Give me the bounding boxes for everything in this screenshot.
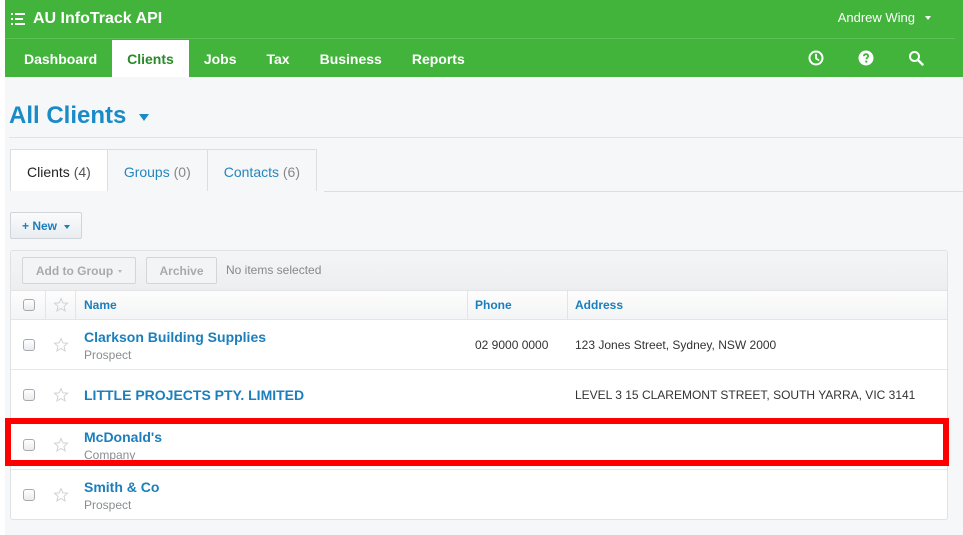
chevron-down-icon: [118, 270, 123, 273]
star-icon[interactable]: [53, 387, 69, 403]
nav-clients[interactable]: Clients: [112, 40, 189, 77]
table-row[interactable]: LITTLE PROJECTS PTY. LIMITED LEVEL 3 15 …: [11, 370, 947, 420]
chevron-down-icon: [139, 113, 150, 121]
new-button[interactable]: + New: [10, 212, 82, 239]
select-all-checkbox[interactable]: [23, 299, 35, 311]
menu-icon[interactable]: [11, 13, 25, 25]
row-checkbox[interactable]: [23, 489, 35, 501]
table-row[interactable]: McDonald's Company: [11, 420, 947, 470]
help-icon: [858, 50, 874, 66]
client-type: Prospect: [84, 498, 132, 512]
search-icon: [909, 51, 924, 66]
nav-tools: [791, 47, 941, 69]
tab-contacts[interactable]: Contacts (6): [206, 149, 318, 191]
page-title-dropdown[interactable]: All Clients: [9, 102, 150, 130]
star-icon[interactable]: [53, 487, 69, 503]
app-brand[interactable]: AU InfoTrack API: [11, 8, 162, 30]
client-tabs: Clients (4) Groups (0) Contacts (6): [10, 149, 318, 191]
client-name-link[interactable]: LITTLE PROJECTS PTY. LIMITED: [84, 387, 304, 403]
user-menu[interactable]: Andrew Wing: [838, 10, 931, 25]
row-checkbox[interactable]: [23, 439, 35, 451]
client-address: 123 Jones Street, Sydney, NSW 2000: [575, 338, 777, 352]
table-row[interactable]: Smith & Co Prospect: [11, 470, 947, 519]
add-to-group-button[interactable]: Add to Group: [22, 257, 136, 284]
clients-table: Add to Group Archive No items selected N…: [10, 250, 948, 520]
recent-button[interactable]: [791, 47, 841, 69]
client-type: Company: [84, 448, 136, 462]
selection-status: No items selected: [226, 263, 322, 277]
help-button[interactable]: [841, 47, 891, 69]
star-icon[interactable]: [53, 297, 69, 313]
search-button[interactable]: [891, 47, 941, 69]
client-name-link[interactable]: McDonald's: [84, 429, 162, 445]
client-phone: 02 9000 0000: [475, 338, 549, 352]
divider: [9, 137, 963, 138]
chevron-down-icon: [925, 15, 931, 20]
row-checkbox[interactable]: [23, 389, 35, 401]
client-name-link[interactable]: Clarkson Building Supplies: [84, 329, 266, 345]
client-name-link[interactable]: Smith & Co: [84, 479, 159, 495]
nav-dashboard[interactable]: Dashboard: [5, 40, 112, 77]
chevron-down-icon: [64, 225, 70, 229]
nav-reports[interactable]: Reports: [397, 40, 480, 77]
table-header: Name Phone Address: [11, 290, 947, 320]
main-nav: Dashboard Clients Jobs Tax Business Repo…: [5, 40, 480, 77]
star-icon[interactable]: [53, 337, 69, 353]
top-bar: AU InfoTrack API Andrew Wing Dashboard C…: [5, 0, 963, 77]
column-address[interactable]: Address: [575, 291, 623, 319]
nav-jobs[interactable]: Jobs: [189, 40, 252, 77]
client-type: Prospect: [84, 348, 132, 362]
row-checkbox[interactable]: [23, 339, 35, 351]
archive-button[interactable]: Archive: [146, 257, 217, 284]
table-toolbar: Add to Group Archive No items selected: [11, 251, 947, 290]
tab-clients[interactable]: Clients (4): [10, 149, 108, 191]
column-name[interactable]: Name: [84, 291, 117, 319]
tab-groups[interactable]: Groups (0): [106, 149, 208, 191]
app-title: AU InfoTrack API: [33, 10, 163, 27]
table-row[interactable]: Clarkson Building Supplies Prospect 02 9…: [11, 320, 947, 370]
app: AU InfoTrack API Andrew Wing Dashboard C…: [5, 0, 963, 535]
user-name: Andrew Wing: [837, 10, 915, 25]
tab-divider: [324, 191, 963, 192]
star-icon[interactable]: [53, 437, 69, 453]
column-phone[interactable]: Phone: [475, 291, 512, 319]
nav-business[interactable]: Business: [305, 40, 397, 77]
clock-icon: [808, 50, 824, 66]
divider: [5, 38, 955, 39]
client-address: LEVEL 3 15 CLAREMONT STREET, SOUTH YARRA…: [575, 388, 916, 402]
page-title: All Clients: [9, 102, 127, 129]
nav-tax[interactable]: Tax: [252, 40, 305, 77]
